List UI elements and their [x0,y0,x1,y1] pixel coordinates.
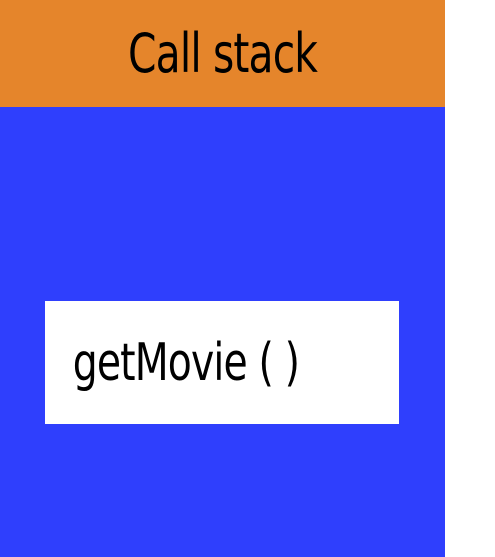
stack-frame-label: getMovie ( ) [72,332,300,393]
call-stack-title: Call stack [127,21,318,85]
call-stack-header: Call stack [0,0,445,107]
call-stack-panel: Call stack getMovie ( ) [0,0,445,557]
stack-frame: getMovie ( ) [45,301,399,424]
